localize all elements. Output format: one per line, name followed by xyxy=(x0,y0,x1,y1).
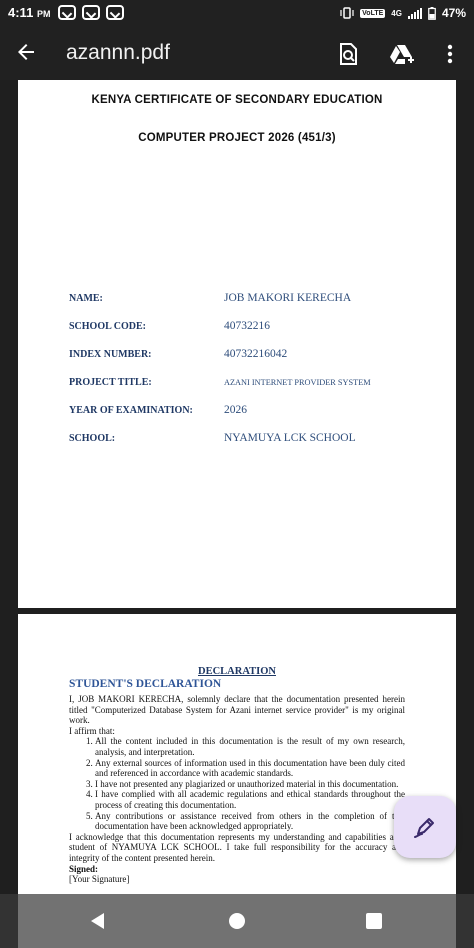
field-value: AZANI INTERNET PROVIDER SYSTEM xyxy=(224,378,371,387)
notification-icons xyxy=(58,5,124,20)
declaration-heading-text: DECLARATION xyxy=(198,666,276,677)
network-type: 4G xyxy=(391,8,402,18)
student-declaration-heading: STUDENT'S DECLARATION xyxy=(69,678,222,690)
declaration-heading: DECLARATION xyxy=(18,666,456,677)
notification-icon xyxy=(58,5,76,20)
circle-home-icon xyxy=(229,913,245,929)
field-value: 40732216 xyxy=(224,320,270,332)
annotate-button[interactable] xyxy=(394,796,456,858)
field-label: SCHOOL: xyxy=(69,433,116,444)
list-item: I have not presented any plagiarized or … xyxy=(95,779,405,790)
list-item: Any contributions or assistance received… xyxy=(95,811,405,832)
status-bar: 4:11 PM VoLTE 4G 47% xyxy=(0,0,474,28)
project-heading: COMPUTER PROJECT 2026 (451/3) xyxy=(138,132,336,144)
list-item: I have complied with all academic regula… xyxy=(95,789,405,810)
declaration-closing: I acknowledge that this documentation re… xyxy=(69,831,405,863)
signal-icon xyxy=(407,7,422,19)
status-right: VoLTE 4G 47% xyxy=(340,6,466,20)
navigation-bar xyxy=(0,894,474,948)
field-value: NYAMUYA LCK SCHOOL xyxy=(224,432,356,444)
field-label: PROJECT TITLE: xyxy=(69,377,152,388)
declaration-affirm: I affirm that: xyxy=(69,725,115,736)
triangle-back-icon xyxy=(91,913,104,929)
battery-percent: 47% xyxy=(441,6,466,20)
volte-badge: VoLTE xyxy=(360,8,386,18)
battery-icon xyxy=(428,6,436,20)
field-value: JOB MAKORI KERECHA xyxy=(224,292,352,304)
document-search-icon xyxy=(340,43,357,65)
signed-label: Signed: xyxy=(69,863,99,874)
status-time-value: 4:11 xyxy=(8,5,34,20)
notification-icon xyxy=(82,5,100,20)
affirmation-list: All the content included in this documen… xyxy=(95,736,405,831)
list-item: Any external sources of information used… xyxy=(95,758,405,779)
more-options-button[interactable] xyxy=(436,40,464,68)
add-to-drive-button[interactable] xyxy=(388,40,416,68)
field-label: YEAR OF EXAMINATION: xyxy=(69,405,193,416)
status-time-ampm: PM xyxy=(36,9,51,19)
nav-recents-button[interactable] xyxy=(364,911,384,931)
certificate-heading: KENYA CERTIFICATE OF SECONDARY EDUCATION xyxy=(91,94,383,106)
nav-home-button[interactable] xyxy=(227,911,247,931)
pen-edit-icon xyxy=(414,818,434,838)
status-time: 4:11 PM xyxy=(8,5,50,20)
field-label: NAME: xyxy=(69,293,103,304)
field-label: SCHOOL CODE: xyxy=(69,321,146,332)
drive-add-icon xyxy=(390,45,414,64)
field-value: 2026 xyxy=(224,404,247,416)
declaration-body: I, JOB MAKORI KERECHA, solemnly declare … xyxy=(69,694,405,885)
declaration-intro: I, JOB MAKORI KERECHA, solemnly declare … xyxy=(69,694,405,726)
arrow-back-icon xyxy=(18,44,34,60)
field-label: INDEX NUMBER: xyxy=(69,349,152,360)
back-button[interactable] xyxy=(14,40,44,68)
file-title: azannn.pdf xyxy=(66,41,170,64)
notification-icon xyxy=(106,5,124,20)
signature-placeholder: [Your Signature] xyxy=(69,874,130,885)
search-in-document-button[interactable] xyxy=(334,40,362,68)
square-recents-icon xyxy=(366,913,382,929)
pdf-page-1: KENYA CERTIFICATE OF SECONDARY EDUCATION… xyxy=(18,80,456,608)
nav-back-button[interactable] xyxy=(88,911,108,931)
field-value: 40732216042 xyxy=(224,348,288,360)
list-item: All the content included in this documen… xyxy=(95,736,405,757)
vibrate-icon xyxy=(340,7,354,19)
app-bar: azannn.pdf xyxy=(0,28,474,80)
more-vert-icon xyxy=(447,44,453,64)
